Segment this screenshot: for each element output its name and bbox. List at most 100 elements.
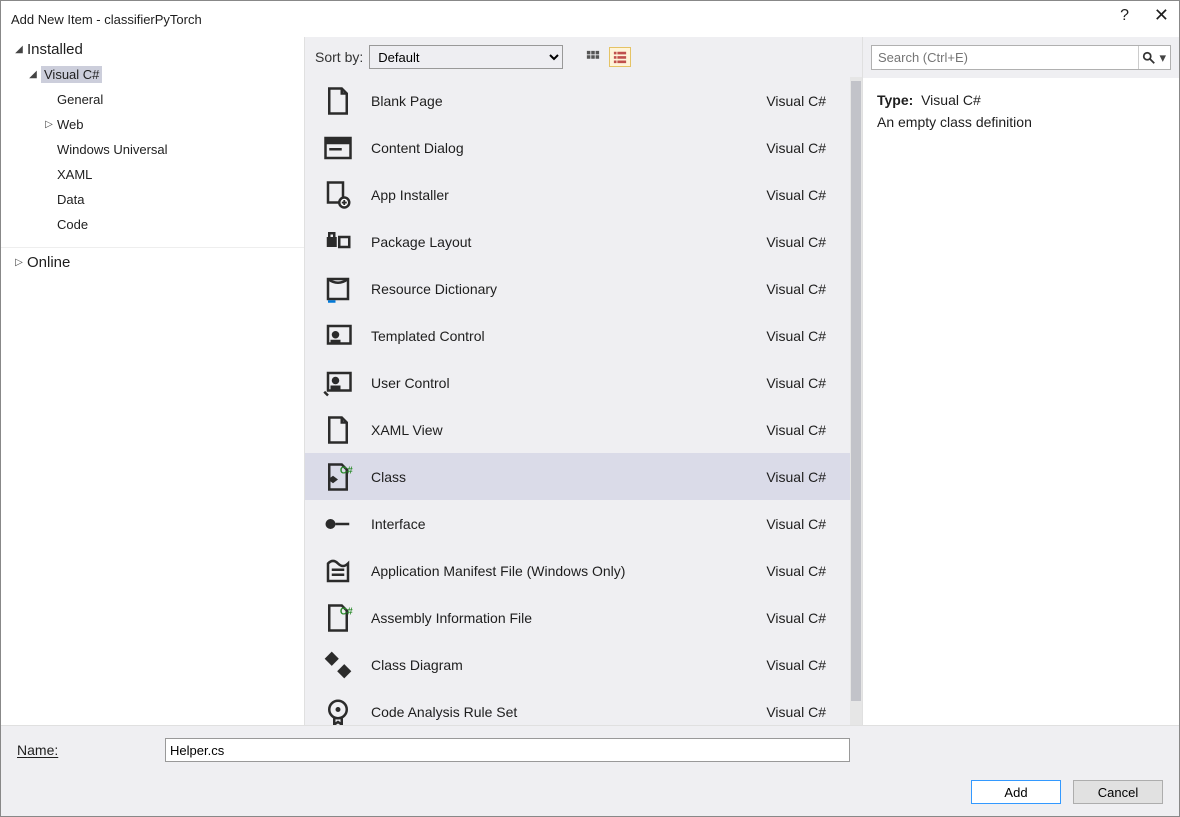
template-item[interactable]: User ControlVisual C# <box>305 359 850 406</box>
tcontrol-icon <box>321 319 355 353</box>
template-name: Templated Control <box>371 328 766 344</box>
installer-icon <box>321 178 355 212</box>
interface-icon <box>321 507 355 541</box>
name-label: Name: <box>17 742 165 758</box>
add-button[interactable]: Add <box>971 780 1061 804</box>
manifest-icon <box>321 554 355 588</box>
template-name: XAML View <box>371 422 766 438</box>
diagram-icon <box>321 648 355 682</box>
template-language: Visual C# <box>766 704 826 720</box>
template-name: User Control <box>371 375 766 391</box>
template-panel: Sort by: Default Blank PageVisual C#Cont… <box>305 37 862 725</box>
tree-item-label: Data <box>57 192 84 207</box>
help-button[interactable]: ? <box>1120 7 1129 25</box>
category-sidebar: ◢ Installed ◢Visual C#General▷WebWindows… <box>1 37 305 725</box>
dialog-icon <box>321 131 355 165</box>
tree-item-label: Installed <box>27 41 83 58</box>
template-toolbar: Sort by: Default <box>305 37 862 77</box>
tree-item[interactable]: Windows Universal <box>1 137 304 162</box>
tree-item[interactable]: General <box>1 87 304 112</box>
cancel-button[interactable]: Cancel <box>1073 780 1163 804</box>
add-new-item-dialog: Add New Item - classifierPyTorch ? ✕ ◢ I… <box>0 0 1180 817</box>
page-icon <box>321 84 355 118</box>
template-language: Visual C# <box>766 422 826 438</box>
template-name: Blank Page <box>371 93 766 109</box>
name-input[interactable] <box>165 738 850 762</box>
template-name: Content Dialog <box>371 140 766 156</box>
search-input[interactable] <box>871 45 1171 70</box>
template-name: Code Analysis Rule Set <box>371 704 766 720</box>
template-name: Package Layout <box>371 234 766 250</box>
sort-select[interactable]: Default <box>369 45 563 69</box>
class-icon <box>321 460 355 494</box>
details-description: An empty class definition <box>877 114 1165 130</box>
template-item[interactable]: XAML ViewVisual C# <box>305 406 850 453</box>
template-item[interactable]: Templated ControlVisual C# <box>305 312 850 359</box>
tree-item[interactable]: Code <box>1 212 304 237</box>
template-item[interactable]: App InstallerVisual C# <box>305 171 850 218</box>
assembly-icon <box>321 601 355 635</box>
template-name: Class Diagram <box>371 657 766 673</box>
template-language: Visual C# <box>766 187 826 203</box>
details-type-label: Type: <box>877 92 913 108</box>
scrollbar[interactable] <box>850 77 862 725</box>
search-icon <box>1142 51 1156 65</box>
close-icon[interactable]: ✕ <box>1154 5 1169 26</box>
template-name: Assembly Information File <box>371 610 766 626</box>
template-list[interactable]: Blank PageVisual C#Content DialogVisual … <box>305 77 850 725</box>
grid-icon <box>585 50 601 64</box>
template-language: Visual C# <box>766 281 826 297</box>
template-name: Class <box>371 469 766 485</box>
tree-item[interactable]: Data <box>1 187 304 212</box>
content: ◢ Installed ◢Visual C#General▷WebWindows… <box>1 37 1179 725</box>
template-item[interactable]: Blank PageVisual C# <box>305 77 850 124</box>
window-title: Add New Item - classifierPyTorch <box>11 12 202 27</box>
list-icon <box>612 50 628 64</box>
template-item[interactable]: ClassVisual C# <box>305 453 850 500</box>
ucontrol-icon <box>321 366 355 400</box>
tree-item-label: Code <box>57 217 88 232</box>
tree-item[interactable]: ◢Visual C# <box>1 62 304 87</box>
view-grid-button[interactable] <box>583 48 603 66</box>
template-name: App Installer <box>371 187 766 203</box>
template-item[interactable]: InterfaceVisual C# <box>305 500 850 547</box>
tree-item[interactable]: XAML <box>1 162 304 187</box>
tree-item-label: XAML <box>57 167 92 182</box>
view-list-button[interactable] <box>609 47 631 67</box>
template-language: Visual C# <box>766 234 826 250</box>
template-item[interactable]: Package LayoutVisual C# <box>305 218 850 265</box>
tree-item-label: General <box>57 92 103 107</box>
chevron-right-icon: ▷ <box>13 257 25 268</box>
tree-item-online[interactable]: ▷ Online <box>1 247 304 275</box>
template-item[interactable]: Code Analysis Rule SetVisual C# <box>305 688 850 725</box>
tree-item[interactable]: ▷Web <box>1 112 304 137</box>
template-item[interactable]: Assembly Information FileVisual C# <box>305 594 850 641</box>
template-item[interactable]: Content DialogVisual C# <box>305 124 850 171</box>
tree-item-installed[interactable]: ◢ Installed <box>1 37 304 62</box>
template-name: Application Manifest File (Windows Only) <box>371 563 766 579</box>
tree-item-label: Windows Universal <box>57 142 168 157</box>
template-item[interactable]: Class DiagramVisual C# <box>305 641 850 688</box>
chevron-down-icon: ◢ <box>27 69 39 80</box>
tree-item-label: Visual C# <box>41 66 102 83</box>
template-language: Visual C# <box>766 140 826 156</box>
scrollbar-thumb[interactable] <box>851 81 861 701</box>
template-language: Visual C# <box>766 375 826 391</box>
template-language: Visual C# <box>766 657 826 673</box>
details-type-value: Visual C# <box>921 92 981 108</box>
footer: Name: Add Cancel <box>1 725 1179 816</box>
template-language: Visual C# <box>766 516 826 532</box>
resdict-icon <box>321 272 355 306</box>
tree-item-label: Web <box>57 117 84 132</box>
titlebar: Add New Item - classifierPyTorch ? ✕ <box>1 1 1179 37</box>
details-panel: ▾ Type: Visual C# An empty class definit… <box>862 37 1179 725</box>
template-item[interactable]: Resource DictionaryVisual C# <box>305 265 850 312</box>
package-icon <box>321 225 355 259</box>
template-name: Resource Dictionary <box>371 281 766 297</box>
sort-label: Sort by: <box>315 49 363 65</box>
template-item[interactable]: Application Manifest File (Windows Only)… <box>305 547 850 594</box>
template-language: Visual C# <box>766 563 826 579</box>
template-language: Visual C# <box>766 328 826 344</box>
template-name: Interface <box>371 516 766 532</box>
search-button[interactable]: ▾ <box>1138 46 1169 69</box>
